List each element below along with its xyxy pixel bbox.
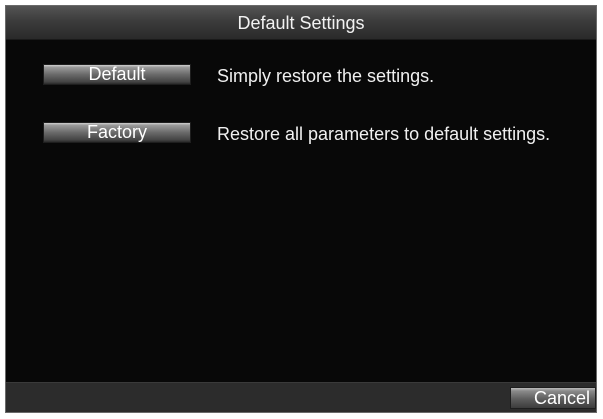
default-settings-dialog: Default Settings Default Simply restore …	[5, 5, 597, 413]
factory-description: Restore all parameters to default settin…	[217, 124, 551, 144]
cancel-button[interactable]: Cancel	[510, 387, 596, 409]
title-bar: Default Settings	[6, 6, 596, 40]
default-button[interactable]: Default	[43, 64, 191, 85]
default-description: Simply restore the settings.	[217, 66, 435, 86]
footer-bar: Cancel	[6, 382, 596, 412]
factory-button[interactable]: Factory	[43, 122, 191, 143]
dialog-title: Default Settings	[237, 13, 365, 33]
